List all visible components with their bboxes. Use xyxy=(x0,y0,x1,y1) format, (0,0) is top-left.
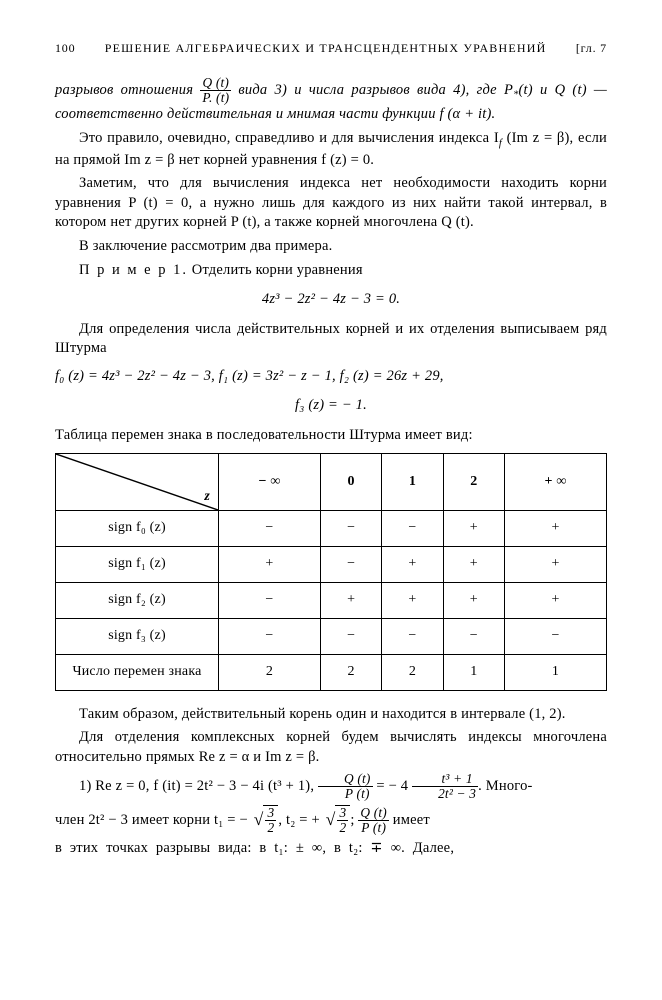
cell: + xyxy=(219,547,321,583)
paragraph-6: Для определения числа действительных кор… xyxy=(55,320,607,359)
cell: − xyxy=(443,619,504,655)
row-label: sign f₂ (z) xyxy=(56,583,219,619)
fraction-Q-over-P-2: Q (t)P (t) xyxy=(318,772,373,801)
table-header-row: z − ∞ 0 1 2 + ∞ xyxy=(56,454,607,511)
header-title: РЕШЕНИЕ АЛГЕБРАИЧЕСКИХ И ТРАНСЦЕНДЕНТНЫХ… xyxy=(75,40,575,56)
paragraph-8: Таким образом, действительный корень оди… xyxy=(55,705,607,725)
paragraph-11: член 2t² − 3 имеет корни t₁ = − 32, t₂ =… xyxy=(55,805,607,835)
cell: 2 xyxy=(219,655,321,691)
cell: + xyxy=(320,583,381,619)
cell: + xyxy=(443,547,504,583)
cell: + xyxy=(443,511,504,547)
page-number: 100 xyxy=(55,40,75,56)
cell: − xyxy=(219,619,321,655)
sqrt-3-over-2: 32 xyxy=(252,805,279,835)
table-row: sign f₂ (z) − + + + + xyxy=(56,583,607,619)
table-row: sign f₀ (z) − − − + + xyxy=(56,511,607,547)
paragraph-3: Заметим, что для вычисления индекса нет … xyxy=(55,174,607,233)
paragraph-2: Это правило, очевидно, справедливо и для… xyxy=(55,129,607,171)
col-neg-inf: − ∞ xyxy=(219,454,321,511)
paragraph-4: В заключение рассмотрим два примера. xyxy=(55,237,607,257)
cell: 2 xyxy=(382,655,443,691)
footer-label: Число перемен знака xyxy=(56,655,219,691)
cell: − xyxy=(505,619,607,655)
cell: − xyxy=(320,511,381,547)
table-corner-cell: z xyxy=(56,454,219,511)
table-row: sign f₃ (z) − − − − − xyxy=(56,619,607,655)
paragraph-9: Для отделения комплексных корней будем в… xyxy=(55,728,607,767)
cell: + xyxy=(505,511,607,547)
cell: − xyxy=(382,619,443,655)
fraction-t3: t³ + 12t² − 3 xyxy=(412,772,478,801)
fraction-Q-over-P-3: Q (t)P (t) xyxy=(358,806,389,835)
example-1-label: П р и м е р 1. Отделить корни уравнения xyxy=(55,261,607,281)
cell: + xyxy=(505,583,607,619)
col-0: 0 xyxy=(320,454,381,511)
col-2: 2 xyxy=(443,454,504,511)
page: 100 РЕШЕНИЕ АЛГЕБРАИЧЕСКИХ И ТРАНСЦЕНДЕН… xyxy=(0,0,662,1000)
running-header: 100 РЕШЕНИЕ АЛГЕБРАИЧЕСКИХ И ТРАНСЦЕНДЕН… xyxy=(55,40,607,56)
sturm-table: z − ∞ 0 1 2 + ∞ sign f₀ (z) − − − + + si… xyxy=(55,453,607,690)
cell: − xyxy=(320,547,381,583)
cell: − xyxy=(219,511,321,547)
paragraph-12: в этих точках разрывы вида: в t₁: ± ∞, в… xyxy=(55,839,607,859)
cell: − xyxy=(320,619,381,655)
cell: − xyxy=(219,583,321,619)
fraction-Q-over-P: Q (t)P. (t) xyxy=(200,76,231,105)
equation-1: 4z³ − 2z² − 4z − 3 = 0. xyxy=(55,290,607,310)
cell: 1 xyxy=(505,655,607,691)
col-1: 1 xyxy=(382,454,443,511)
equation-2a: f₀ (z) = 4z³ − 2z² − 4z − 3, f₁ (z) = 3z… xyxy=(55,367,607,387)
cell: + xyxy=(382,583,443,619)
equation-2b: f₃ (z) = − 1. xyxy=(55,396,607,416)
cell: + xyxy=(443,583,504,619)
sqrt-3-over-2-b: 32 xyxy=(324,805,351,835)
table-row: sign f₁ (z) + − + + + xyxy=(56,547,607,583)
chapter-label: [гл. 7 xyxy=(576,40,607,56)
col-pos-inf: + ∞ xyxy=(505,454,607,511)
cell: + xyxy=(505,547,607,583)
table-footer-row: Число перемен знака 2 2 2 1 1 xyxy=(56,655,607,691)
row-label: sign f₀ (z) xyxy=(56,511,219,547)
row-label: sign f₁ (z) xyxy=(56,547,219,583)
cell: − xyxy=(382,511,443,547)
cell: + xyxy=(382,547,443,583)
row-label: sign f₃ (z) xyxy=(56,619,219,655)
paragraph-7: Таблица перемен знака в последовательнос… xyxy=(55,426,607,446)
cell: 1 xyxy=(443,655,504,691)
cell: 2 xyxy=(320,655,381,691)
paragraph-1: разрывов отношения Q (t)P. (t) вида 3) и… xyxy=(55,76,607,125)
paragraph-10: 1) Re z = 0, f (it) = 2t² − 3 − 4i (t³ +… xyxy=(55,772,607,801)
